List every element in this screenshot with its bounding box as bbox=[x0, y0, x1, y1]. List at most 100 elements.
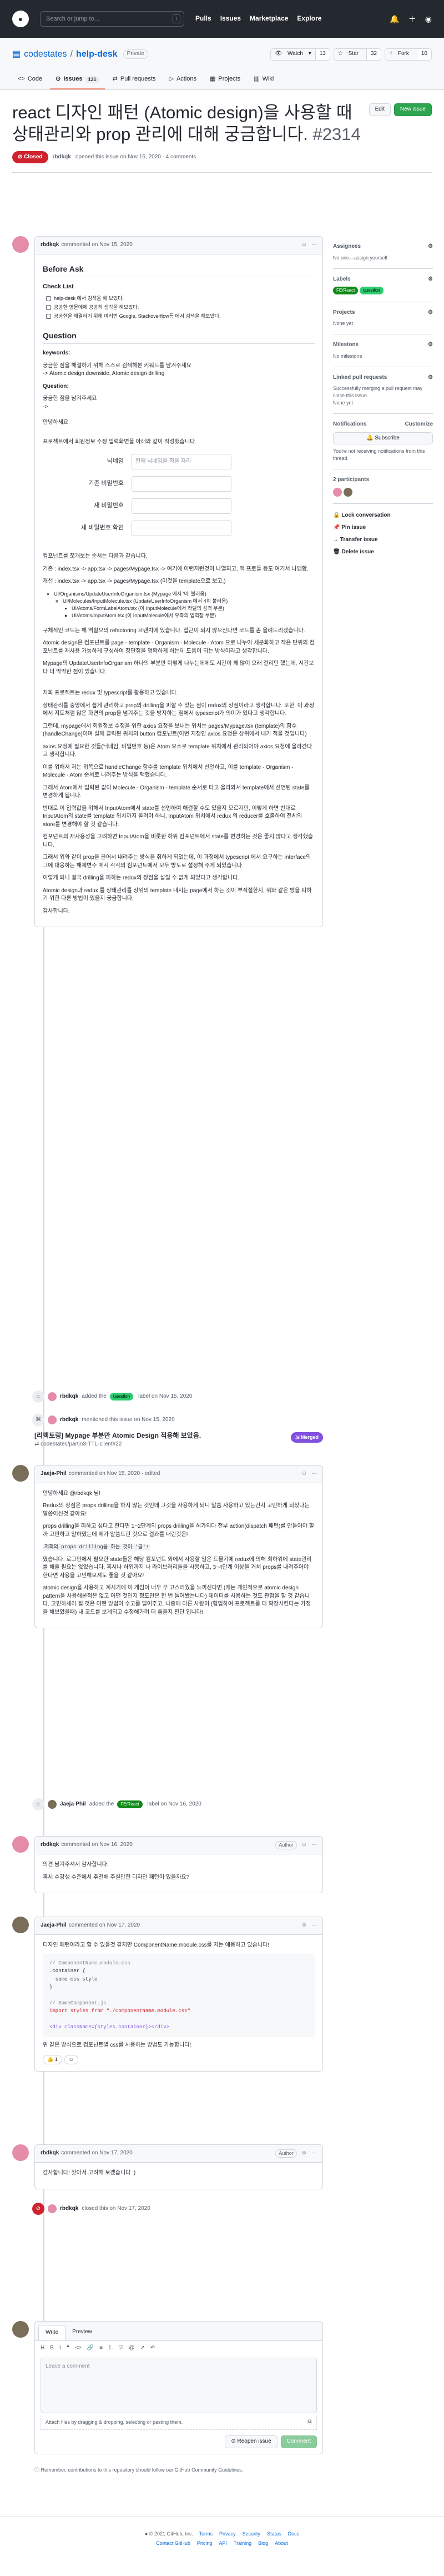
event-actor[interactable]: rbdkqk bbox=[60, 2205, 78, 2213]
more-icon[interactable]: ··· bbox=[311, 1470, 317, 1478]
gear-icon[interactable]: ⚙ bbox=[428, 276, 433, 284]
avatar[interactable] bbox=[12, 1836, 29, 1853]
more-icon[interactable]: ··· bbox=[311, 1841, 317, 1849]
referenced-pr[interactable]: [리팩토링] Mypage 부분만 Atomic Design 적용해 보았음.… bbox=[34, 1428, 323, 1452]
lock-conversation-link[interactable]: 🔒 Lock conversation bbox=[333, 509, 433, 522]
bell-icon[interactable]: 🔔 bbox=[390, 13, 399, 24]
tab-preview[interactable]: Preview bbox=[65, 2325, 99, 2340]
event-actor[interactable]: Jaeja-Phil bbox=[60, 1800, 86, 1809]
github-logo-icon[interactable]: ● bbox=[12, 11, 29, 27]
participant-avatar[interactable] bbox=[343, 487, 352, 497]
checklist-item[interactable]: 공공한 영문에에 공공히 생각을 해보았다. bbox=[46, 304, 315, 311]
avatar[interactable] bbox=[48, 1392, 57, 1401]
customize-link[interactable]: Customize bbox=[405, 421, 433, 429]
reply-icon[interactable]: ↶ bbox=[150, 2344, 155, 2353]
comment-author[interactable]: rbdkqk bbox=[41, 1841, 59, 1849]
mention-icon[interactable]: @ bbox=[129, 2344, 134, 2353]
comment-textarea[interactable]: Leave a comment bbox=[41, 2358, 317, 2413]
transfer-issue-link[interactable]: → Transfer issue bbox=[333, 534, 433, 546]
footer-link-privacy[interactable]: Privacy bbox=[219, 2530, 236, 2538]
event-actor[interactable]: rbdkqk bbox=[60, 1416, 78, 1424]
tab-write[interactable]: Write bbox=[38, 2325, 66, 2340]
footer-link-training[interactable]: Training bbox=[234, 2540, 251, 2547]
pin-issue-link[interactable]: 📌 Pin issue bbox=[333, 522, 433, 534]
checkbox[interactable] bbox=[46, 296, 51, 301]
heading-icon[interactable]: H bbox=[41, 2344, 44, 2353]
smiley-icon[interactable]: ☺ bbox=[301, 1470, 307, 1478]
nav-explore[interactable]: Explore bbox=[297, 14, 321, 23]
current-user-avatar[interactable] bbox=[12, 2321, 29, 2338]
footer-link-security[interactable]: Security bbox=[243, 2530, 261, 2538]
code-icon[interactable]: <> bbox=[75, 2344, 82, 2353]
issue-author[interactable]: rbdkqk bbox=[53, 153, 71, 162]
label-fe-react[interactable]: FE/React bbox=[117, 1800, 143, 1808]
tab-issues[interactable]: ⊙ Issues 131 bbox=[50, 71, 105, 90]
more-icon[interactable]: ··· bbox=[311, 1922, 317, 1930]
footer-link-status[interactable]: Status bbox=[267, 2530, 281, 2538]
quote-icon[interactable]: ❝ bbox=[67, 2344, 69, 2353]
label-question[interactable]: question bbox=[109, 1393, 134, 1400]
footer-link-docs[interactable]: Docs bbox=[288, 2530, 300, 2538]
gear-icon[interactable]: ⚙ bbox=[428, 309, 433, 317]
event-actor[interactable]: rbdkqk bbox=[60, 1393, 78, 1401]
thumbs-up-reaction[interactable]: 👍 1 bbox=[43, 2055, 62, 2065]
footer-link-contact[interactable]: Contact GitHub bbox=[156, 2540, 190, 2547]
more-icon[interactable]: ··· bbox=[311, 241, 317, 249]
checkbox[interactable] bbox=[46, 313, 51, 319]
italic-icon[interactable]: I bbox=[59, 2344, 61, 2353]
label-question[interactable]: question bbox=[360, 287, 384, 294]
participant-avatar[interactable] bbox=[333, 487, 342, 497]
avatar[interactable] bbox=[48, 1415, 57, 1424]
assignees-value[interactable]: No one—assign yourself bbox=[333, 254, 433, 262]
nav-issues[interactable]: Issues bbox=[220, 14, 241, 23]
footer-link-terms[interactable]: Terms bbox=[199, 2530, 213, 2538]
checklist-item[interactable]: 공공한을 해결하기 위해 여러번 Google, Stackoverflow등 … bbox=[46, 313, 315, 320]
star-button[interactable]: ☆ Star 32 bbox=[333, 48, 382, 61]
ref-title[interactable]: [리팩토링] Mypage 부분만 Atomic Design 적용해 보았음. bbox=[34, 1431, 323, 1440]
attach-files-area[interactable]: Attach files by dragging & dropping, sel… bbox=[41, 2415, 317, 2430]
comment-author[interactable]: Jaeja-Phil bbox=[41, 1922, 67, 1930]
smiley-icon[interactable]: ☺ bbox=[301, 241, 307, 249]
reopen-issue-button[interactable]: ⊙ Reopen issue bbox=[225, 2435, 278, 2448]
smiley-icon[interactable]: ☺ bbox=[64, 2055, 78, 2065]
more-icon[interactable]: ··· bbox=[311, 2149, 317, 2158]
avatar[interactable] bbox=[12, 1917, 29, 1933]
label-fe-react[interactable]: FE/React bbox=[333, 287, 359, 294]
numbered-list-icon[interactable]: 1. bbox=[108, 2344, 113, 2353]
user-avatar-icon[interactable]: ◉ bbox=[425, 13, 432, 24]
delete-issue-link[interactable]: 🗑 Delete issue bbox=[333, 546, 433, 558]
new-issue-button[interactable]: New issue bbox=[393, 103, 432, 116]
smiley-icon[interactable]: ☺ bbox=[301, 2149, 307, 2158]
gear-icon[interactable]: ⚙ bbox=[428, 243, 433, 251]
smiley-icon[interactable]: ☺ bbox=[301, 1922, 307, 1930]
footer-link-api[interactable]: API bbox=[219, 2540, 227, 2547]
gear-icon[interactable]: ⚙ bbox=[428, 374, 433, 382]
nav-marketplace[interactable]: Marketplace bbox=[250, 14, 288, 23]
smiley-icon[interactable]: ☺ bbox=[301, 1841, 307, 1849]
tab-wiki[interactable]: ▥ Wiki bbox=[248, 71, 279, 89]
tab-projects[interactable]: ▦ Projects bbox=[204, 71, 246, 89]
tab-pull-requests[interactable]: ⇄ Pull requests bbox=[107, 71, 162, 89]
reference-icon[interactable]: ↗ bbox=[140, 2344, 145, 2353]
repo-owner[interactable]: codestates bbox=[24, 48, 67, 61]
watch-button[interactable]: 👁 Watch ▾ 13 bbox=[270, 48, 330, 61]
avatar[interactable] bbox=[12, 2144, 29, 2161]
bold-icon[interactable]: B bbox=[50, 2344, 54, 2353]
comment-author[interactable]: Jaeja-Phil bbox=[41, 1470, 67, 1478]
repo-name[interactable]: help-desk bbox=[76, 48, 118, 61]
gear-icon[interactable]: ⚙ bbox=[428, 341, 433, 349]
footer-link-blog[interactable]: Blog bbox=[258, 2540, 268, 2547]
checklist-item[interactable]: help-desk 에서 검색을 해 보았다. bbox=[46, 295, 315, 302]
avatar[interactable] bbox=[12, 236, 29, 253]
avatar[interactable] bbox=[48, 2204, 57, 2213]
search-input[interactable]: Search or jump to... / bbox=[40, 11, 184, 27]
tab-code[interactable]: <> Code bbox=[12, 71, 48, 89]
comment-author[interactable]: rbdkqk bbox=[41, 241, 59, 249]
nav-pulls[interactable]: Pulls bbox=[195, 14, 211, 23]
avatar[interactable] bbox=[48, 1800, 57, 1809]
fork-button[interactable]: ⑂ Fork 10 bbox=[385, 48, 432, 61]
plus-icon[interactable]: ＋ bbox=[408, 13, 416, 24]
task-list-icon[interactable]: ☑ bbox=[118, 2344, 123, 2353]
footer-link-about[interactable]: About bbox=[275, 2540, 288, 2547]
footer-link-pricing[interactable]: Pricing bbox=[197, 2540, 213, 2547]
